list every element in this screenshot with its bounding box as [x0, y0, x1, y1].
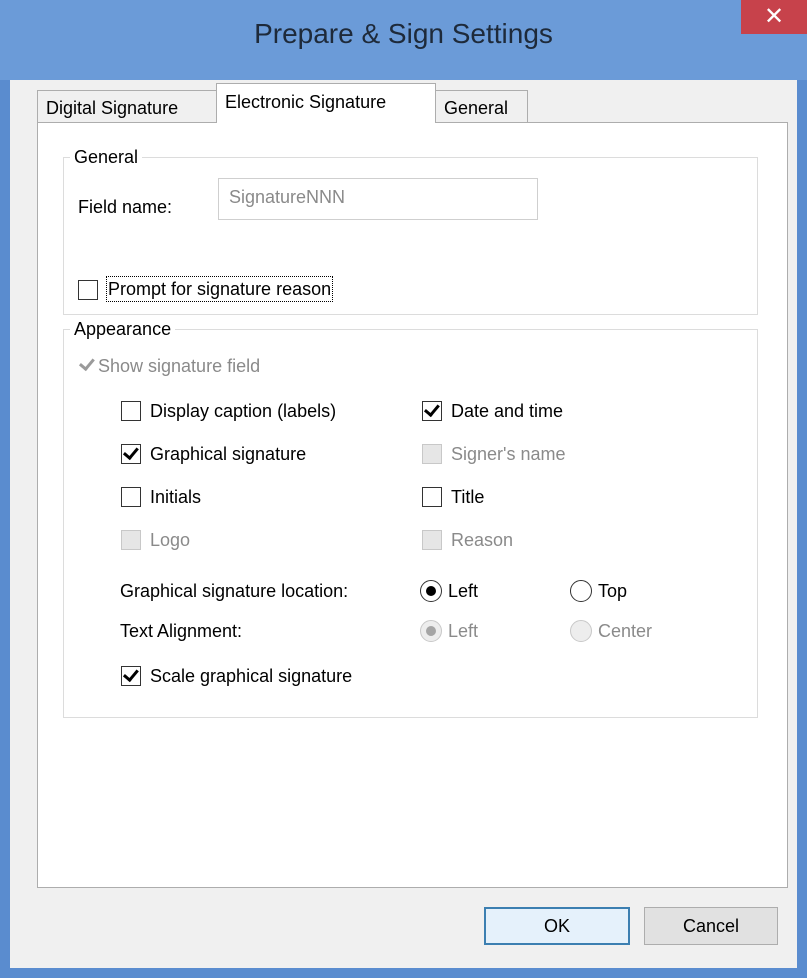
tab-digital-signature[interactable]: Digital Signature	[37, 90, 217, 124]
display-caption-checkbox[interactable]	[121, 401, 141, 421]
tab-label: General	[444, 98, 509, 118]
show-signature-field-label: Show signature field	[98, 356, 261, 376]
text-alignment-label: Text Alignment:	[120, 621, 243, 641]
reason-label: Reason	[451, 530, 514, 550]
alignment-left-radio[interactable]	[420, 620, 442, 642]
dialog-client-area: Digital Signature Electronic Signature G…	[10, 80, 797, 968]
general-group-legend: General	[70, 147, 143, 167]
display-caption-label: Display caption (labels)	[150, 401, 337, 421]
tab-general[interactable]: General	[435, 90, 528, 124]
prompt-reason-label[interactable]: Prompt for signature reason	[105, 276, 334, 302]
initials-label: Initials	[150, 487, 202, 507]
scale-graphical-label: Scale graphical signature	[150, 666, 353, 686]
general-groupbox: General Field name: SignatureNNN Prompt …	[63, 147, 758, 315]
alignment-left-label: Left	[448, 621, 479, 641]
ok-button[interactable]: OK	[484, 907, 630, 945]
tab-label: Digital Signature	[46, 98, 179, 118]
logo-label: Logo	[150, 530, 191, 550]
window-title: Prepare & Sign Settings	[254, 18, 553, 49]
close-button[interactable]: ✕	[741, 0, 807, 34]
date-time-checkbox[interactable]	[422, 400, 442, 421]
alignment-center-radio[interactable]	[570, 620, 592, 642]
tab-electronic-signature[interactable]: Electronic Signature	[216, 83, 436, 123]
signers-name-label: Signer's name	[451, 444, 566, 464]
show-signature-field-checkbox[interactable]	[78, 354, 98, 376]
title-label: Title	[451, 487, 485, 507]
location-left-label: Left	[448, 581, 479, 601]
title-checkbox[interactable]	[422, 487, 442, 507]
scale-graphical-checkbox[interactable]	[121, 665, 141, 686]
graphical-signature-checkbox[interactable]	[121, 443, 141, 464]
alignment-center-label: Center	[598, 621, 653, 641]
location-top-radio[interactable]	[570, 580, 592, 602]
close-icon: ✕	[763, 3, 785, 30]
cancel-button[interactable]: Cancel	[644, 907, 778, 945]
location-left-radio[interactable]	[420, 580, 442, 602]
appearance-group-legend: Appearance	[70, 319, 176, 339]
logo-checkbox[interactable]	[121, 530, 141, 550]
signers-name-checkbox[interactable]	[422, 444, 442, 464]
reason-checkbox[interactable]	[422, 530, 442, 550]
title-bar[interactable]: Prepare & Sign Settings ✕	[0, 0, 807, 80]
signature-location-label: Graphical signature location:	[120, 581, 349, 601]
field-name-input[interactable]: SignatureNNN	[218, 178, 538, 220]
tab-label: Electronic Signature	[225, 92, 387, 112]
field-name-label: Field name:	[78, 197, 173, 217]
prompt-reason-checkbox[interactable]	[78, 280, 98, 300]
initials-checkbox[interactable]	[121, 487, 141, 507]
location-top-label: Top	[598, 581, 628, 601]
graphical-signature-label: Graphical signature	[150, 444, 307, 464]
field-name-placeholder: SignatureNNN	[229, 187, 346, 207]
appearance-groupbox: Appearance Show signature field Display …	[63, 319, 758, 718]
date-time-label: Date and time	[451, 401, 564, 421]
tab-panel-electronic-signature: General Field name: SignatureNNN Prompt …	[37, 122, 788, 888]
dialog-window: Prepare & Sign Settings ✕ Digital Signat…	[0, 0, 807, 978]
